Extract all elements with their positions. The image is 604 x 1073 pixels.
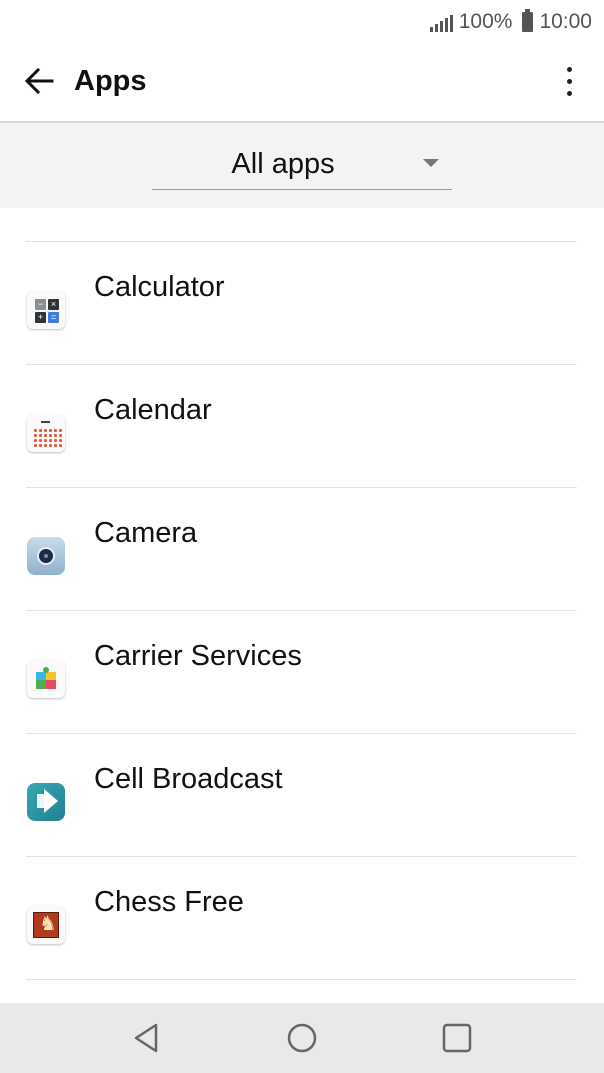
list-item-chess-free[interactable]: ♞ Chess Free bbox=[0, 857, 604, 980]
list-item-cell-broadcast[interactable]: Cell Broadcast bbox=[0, 734, 604, 857]
status-time: 10:00 bbox=[539, 10, 592, 33]
camera-icon bbox=[27, 537, 65, 575]
chess-free-icon: ♞ bbox=[27, 906, 65, 944]
battery-icon bbox=[522, 9, 534, 32]
arrow-left-icon bbox=[24, 68, 54, 94]
back-button[interactable] bbox=[18, 60, 60, 102]
signal-icon bbox=[429, 12, 453, 32]
status-bar: 100% 10:00 bbox=[0, 0, 604, 44]
dropdown-arrow-icon bbox=[423, 159, 439, 167]
app-name: Carrier Services bbox=[94, 640, 302, 672]
list-divider bbox=[26, 979, 577, 980]
carrier-services-icon bbox=[27, 660, 65, 698]
app-list: − × + = Calculator Calendar Camera Carri… bbox=[0, 208, 604, 1003]
list-item-carrier-services[interactable]: Carrier Services bbox=[0, 611, 604, 734]
app-name: Calendar bbox=[94, 394, 212, 426]
status-indicators: 100% 10:00 bbox=[429, 8, 592, 36]
filter-area: All apps bbox=[0, 123, 604, 208]
nav-home-button[interactable] bbox=[282, 1018, 322, 1058]
app-name: Camera bbox=[94, 517, 198, 549]
nav-recents-button[interactable] bbox=[437, 1018, 477, 1058]
more-vert-icon bbox=[566, 66, 572, 72]
home-nav-icon bbox=[287, 1023, 317, 1053]
list-item-calculator[interactable]: − × + = Calculator bbox=[0, 242, 604, 365]
recents-nav-icon bbox=[442, 1023, 472, 1053]
navigation-bar bbox=[0, 1003, 604, 1073]
filter-selected-value: All apps bbox=[231, 148, 335, 180]
page-title: Apps bbox=[74, 65, 147, 97]
app-name: Cell Broadcast bbox=[94, 763, 283, 795]
list-item-camera[interactable]: Camera bbox=[0, 488, 604, 611]
cell-broadcast-icon bbox=[27, 783, 65, 821]
more-options-button[interactable] bbox=[554, 58, 584, 104]
app-name: Chess Free bbox=[94, 886, 244, 918]
calendar-icon bbox=[27, 414, 65, 452]
back-nav-icon bbox=[134, 1023, 158, 1053]
battery-percent: 100% bbox=[458, 10, 513, 33]
app-name: Calculator bbox=[94, 271, 225, 303]
calculator-icon: − × + = bbox=[27, 291, 65, 329]
app-filter-dropdown[interactable]: All apps bbox=[152, 141, 452, 190]
list-item-calendar[interactable]: Calendar bbox=[0, 365, 604, 488]
nav-back-button[interactable] bbox=[126, 1018, 166, 1058]
app-bar: Apps bbox=[0, 44, 604, 121]
